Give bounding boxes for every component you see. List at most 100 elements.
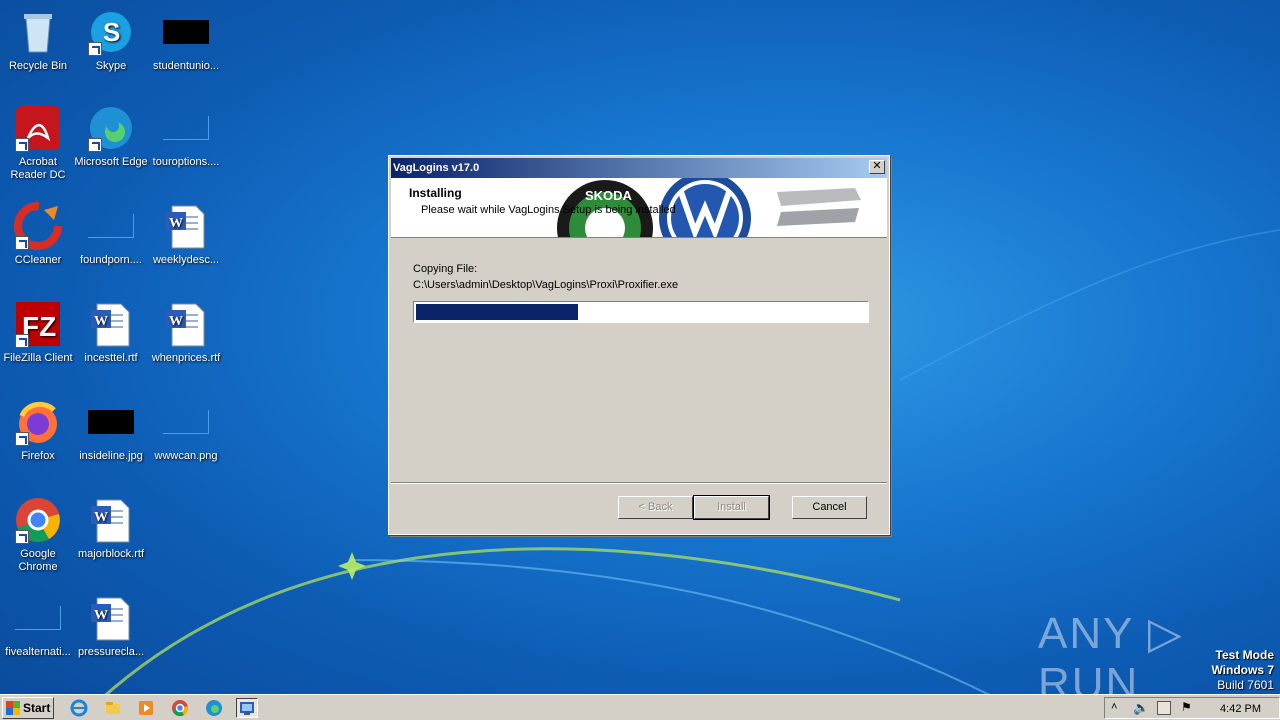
image-thumbnail-icon bbox=[88, 410, 134, 434]
tray-expand-icon[interactable]: ˄ bbox=[1111, 701, 1117, 713]
copy-label: Copying File: bbox=[413, 263, 478, 275]
desktop-icon-ccleaner[interactable]: CCleaner bbox=[0, 202, 76, 267]
edge-icon[interactable] bbox=[203, 698, 225, 718]
svg-text:W: W bbox=[94, 314, 108, 329]
installer-task-icon[interactable] bbox=[236, 698, 258, 718]
desktop-icon-label: insideline.jpg bbox=[79, 450, 143, 462]
desktop-icon-label: Google Chrome bbox=[18, 548, 58, 573]
desktop-icon-whenprices[interactable]: Wwhenprices.rtf bbox=[148, 300, 224, 365]
desktop-icon-firefox[interactable]: Firefox bbox=[0, 398, 76, 463]
desktop-icon-label: Skype bbox=[95, 60, 127, 72]
desktop-icon-label: Firefox bbox=[21, 450, 55, 462]
desktop-icon-filezilla[interactable]: FZ FileZilla Client bbox=[0, 300, 76, 365]
windows-version-label: Windows 7 bbox=[1211, 663, 1274, 677]
file-thumbnail-icon bbox=[88, 214, 134, 238]
shortcut-arrow-icon bbox=[88, 138, 102, 152]
desktop-icon-pressurecla[interactable]: Wpressurecla... bbox=[73, 594, 149, 659]
ccleaner-icon bbox=[14, 202, 62, 250]
desktop-icon-label: pressurecla... bbox=[77, 646, 145, 658]
volume-icon[interactable]: 🔈 bbox=[1133, 700, 1149, 716]
install-button[interactable]: Install bbox=[693, 495, 770, 520]
shortcut-arrow-icon bbox=[15, 236, 29, 250]
install-progress-bar bbox=[413, 301, 869, 323]
desktop-icon-wwwcan[interactable]: wwwcan.png bbox=[148, 398, 224, 463]
os-info: Test Mode Windows 7 Build 7601 bbox=[1211, 648, 1274, 693]
chrome-icon bbox=[14, 496, 62, 544]
filezilla-icon: FZ bbox=[14, 300, 62, 348]
header-title: Installing bbox=[409, 186, 462, 200]
shortcut-arrow-icon bbox=[15, 334, 29, 348]
file-thumbnail-icon bbox=[163, 410, 209, 434]
desktop-icon-edge[interactable]: Microsoft Edge bbox=[73, 104, 149, 169]
installer-dialog: VagLogins v17.0 ✕ Installing SKODA Pleas… bbox=[388, 155, 890, 535]
svg-text:SKODA: SKODA bbox=[585, 188, 633, 203]
desktop-icon-label: FileZilla Client bbox=[3, 352, 73, 364]
desktop-icon-fivealternati[interactable]: fivealternati... bbox=[0, 594, 76, 659]
shortcut-arrow-icon bbox=[88, 42, 102, 56]
svg-text:W: W bbox=[94, 608, 108, 623]
chrome-icon[interactable] bbox=[169, 698, 191, 718]
action-center-flag-icon[interactable]: ⚑ bbox=[1181, 700, 1192, 714]
desktop-icon-label: CCleaner bbox=[14, 254, 62, 266]
desktop-icon-majorblock[interactable]: Wmajorblock.rtf bbox=[73, 496, 149, 561]
desktop-icon-chrome[interactable]: Google Chrome bbox=[0, 496, 76, 574]
cancel-button[interactable]: Cancel bbox=[792, 496, 867, 519]
close-button[interactable]: ✕ bbox=[869, 160, 885, 174]
rtf-document-icon: W bbox=[87, 496, 135, 544]
internet-explorer-icon[interactable] bbox=[68, 698, 90, 718]
shortcut-arrow-icon bbox=[15, 432, 29, 446]
dialog-titlebar[interactable]: VagLogins v17.0 bbox=[391, 158, 887, 178]
desktop-icon-skype[interactable]: S Skype bbox=[73, 8, 149, 73]
dialog-title: VagLogins v17.0 bbox=[393, 162, 480, 174]
desktop-icon-label: Microsoft Edge bbox=[74, 156, 148, 168]
back-button[interactable]: < Back bbox=[618, 496, 693, 519]
acrobat-icon bbox=[14, 104, 62, 152]
clock[interactable]: 4:42 PM bbox=[1220, 703, 1261, 715]
desktop-icon-recycle-bin[interactable]: Recycle Bin bbox=[0, 8, 76, 73]
desktop-icon-label: fivealternati... bbox=[5, 646, 71, 658]
close-icon: ✕ bbox=[872, 160, 882, 172]
desktop-icon-acrobat[interactable]: Acrobat Reader DC bbox=[0, 104, 76, 182]
desktop-icon-foundporn[interactable]: foundporn.... bbox=[73, 202, 149, 267]
desktop-icon-label: Acrobat Reader DC bbox=[10, 156, 66, 181]
dialog-body: Copying File: C:\Users\admin\Desktop\Vag… bbox=[391, 239, 887, 479]
desktop-icon-incesttel[interactable]: Wincesttel.rtf bbox=[73, 300, 149, 365]
desktop-icon-label: touroptions.... bbox=[152, 156, 220, 168]
system-tray: ˄ 🔈 ⚑ 4:42 PM bbox=[1104, 697, 1280, 719]
rtf-document-icon: W bbox=[162, 300, 210, 348]
skype-icon: S bbox=[87, 8, 135, 56]
image-thumbnail-icon bbox=[163, 20, 209, 44]
desktop-icon-insideline[interactable]: insideline.jpg bbox=[73, 398, 149, 463]
dialog-header: Installing SKODA Please wait while VagLo… bbox=[391, 178, 887, 238]
recycle-bin-icon bbox=[14, 8, 62, 56]
desktop-icon-label: incesttel.rtf bbox=[84, 352, 138, 364]
rtf-document-icon: W bbox=[162, 202, 210, 250]
copy-path: C:\Users\admin\Desktop\VagLogins\Proxi\P… bbox=[413, 279, 679, 291]
network-icon[interactable] bbox=[1157, 701, 1171, 715]
seat-logo-icon bbox=[769, 178, 887, 237]
build-label: Build 7601 bbox=[1217, 678, 1274, 692]
file-thumbnail-icon bbox=[163, 116, 209, 140]
start-label: Start bbox=[23, 701, 51, 715]
desktop-icon-label: wwwcan.png bbox=[154, 450, 218, 462]
desktop-icon-label: whenprices.rtf bbox=[151, 352, 221, 364]
test-mode-label: Test Mode bbox=[1215, 648, 1274, 662]
desktop-icon-weeklydesc[interactable]: Wweeklydesc... bbox=[148, 202, 224, 267]
desktop-icon-label: studentunio... bbox=[152, 60, 220, 72]
rtf-document-icon: W bbox=[87, 594, 135, 642]
svg-text:W: W bbox=[94, 510, 108, 525]
desktop-icon-label: Recycle Bin bbox=[8, 60, 68, 72]
desktop-icon-label: weeklydesc... bbox=[152, 254, 220, 266]
start-button[interactable]: Start bbox=[2, 697, 54, 719]
file-thumbnail-icon bbox=[15, 606, 61, 630]
desktop-icon-studentunio[interactable]: studentunio... bbox=[148, 8, 224, 73]
taskbar: Start ˄ 🔈 ⚑ 4:42 PM bbox=[0, 694, 1280, 720]
firefox-icon bbox=[14, 398, 62, 446]
progress-fill bbox=[416, 304, 578, 320]
file-explorer-icon[interactable] bbox=[102, 698, 124, 718]
shortcut-arrow-icon bbox=[15, 138, 29, 152]
button-divider bbox=[391, 482, 887, 484]
desktop-icon-touroptions[interactable]: touroptions.... bbox=[148, 104, 224, 169]
media-player-icon[interactable] bbox=[135, 698, 157, 718]
windows-logo-icon bbox=[6, 701, 20, 715]
